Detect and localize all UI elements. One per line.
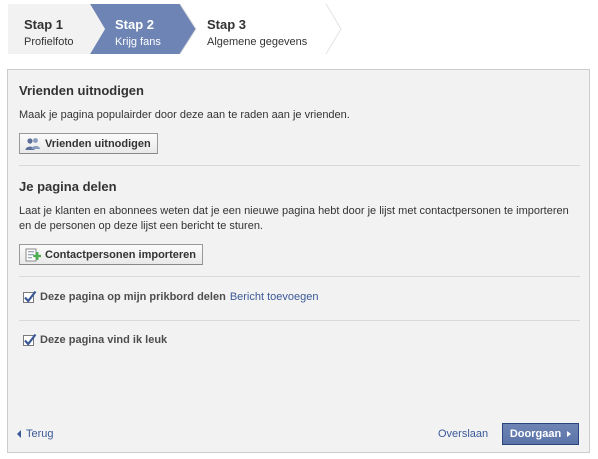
- import-contacts-button[interactable]: Contactpersonen importeren: [19, 244, 203, 265]
- skip-link[interactable]: Overslaan: [438, 428, 488, 440]
- share-page-text: Laat je klanten en abonnees weten dat je…: [19, 205, 569, 232]
- step-2-title: Stap 2: [115, 17, 155, 32]
- invite-friends-text: Maak je pagina populairder door deze aan…: [19, 109, 350, 121]
- continue-button-label: Doorgaan: [509, 428, 562, 440]
- invite-friends-button[interactable]: Vrienden uitnodigen: [19, 133, 158, 154]
- import-contacts-icon: [25, 248, 42, 262]
- wizard-steps: Stap 1 Profielfoto Stap 2 Krijg fans Sta…: [8, 4, 594, 54]
- share-on-wall-option: Deze pagina op mijn prikbord delen Beric…: [23, 290, 319, 303]
- step-1[interactable]: Stap 1 Profielfoto: [8, 4, 98, 54]
- like-page-label[interactable]: Deze pagina vind ik leuk: [40, 334, 167, 346]
- continue-button[interactable]: Doorgaan: [502, 423, 579, 445]
- back-link-label: Terug: [26, 428, 54, 440]
- get-fans-panel: Vrienden uitnodigen Maak je pagina popul…: [7, 69, 590, 453]
- like-page-checkbox[interactable]: [23, 333, 37, 346]
- invite-friends-title: Vrienden uitnodigen: [19, 83, 144, 98]
- step-3-title: Stap 3: [207, 17, 247, 32]
- step-3[interactable]: Stap 3 Algemene gegevens: [188, 4, 348, 54]
- step-3-subtitle: Algemene gegevens: [207, 36, 308, 48]
- share-on-wall-label[interactable]: Deze pagina op mijn prikbord delen: [40, 291, 226, 303]
- step-1-title: Stap 1: [24, 17, 64, 32]
- right-arrow-icon: [567, 431, 572, 437]
- friends-icon: [25, 137, 41, 151]
- invite-friends-button-label: Vrienden uitnodigen: [45, 137, 151, 150]
- step-2-subtitle: Krijg fans: [115, 36, 161, 48]
- checkmark-icon: [24, 333, 37, 346]
- step-1-subtitle: Profielfoto: [24, 36, 74, 48]
- section-divider: [19, 165, 580, 166]
- checkmark-icon: [24, 290, 37, 303]
- share-page-title: Je pagina delen: [19, 179, 117, 194]
- add-message-link[interactable]: Bericht toevoegen: [230, 291, 319, 303]
- import-contacts-button-label: Contactpersonen importeren: [45, 248, 196, 261]
- step-2[interactable]: Stap 2 Krijg fans: [90, 4, 196, 54]
- left-arrow-icon: [17, 430, 21, 438]
- section-divider: [19, 320, 580, 321]
- share-on-wall-checkbox[interactable]: [23, 290, 37, 303]
- section-divider: [19, 276, 580, 277]
- like-page-option: Deze pagina vind ik leuk: [23, 333, 167, 346]
- back-link[interactable]: Terug: [17, 428, 54, 440]
